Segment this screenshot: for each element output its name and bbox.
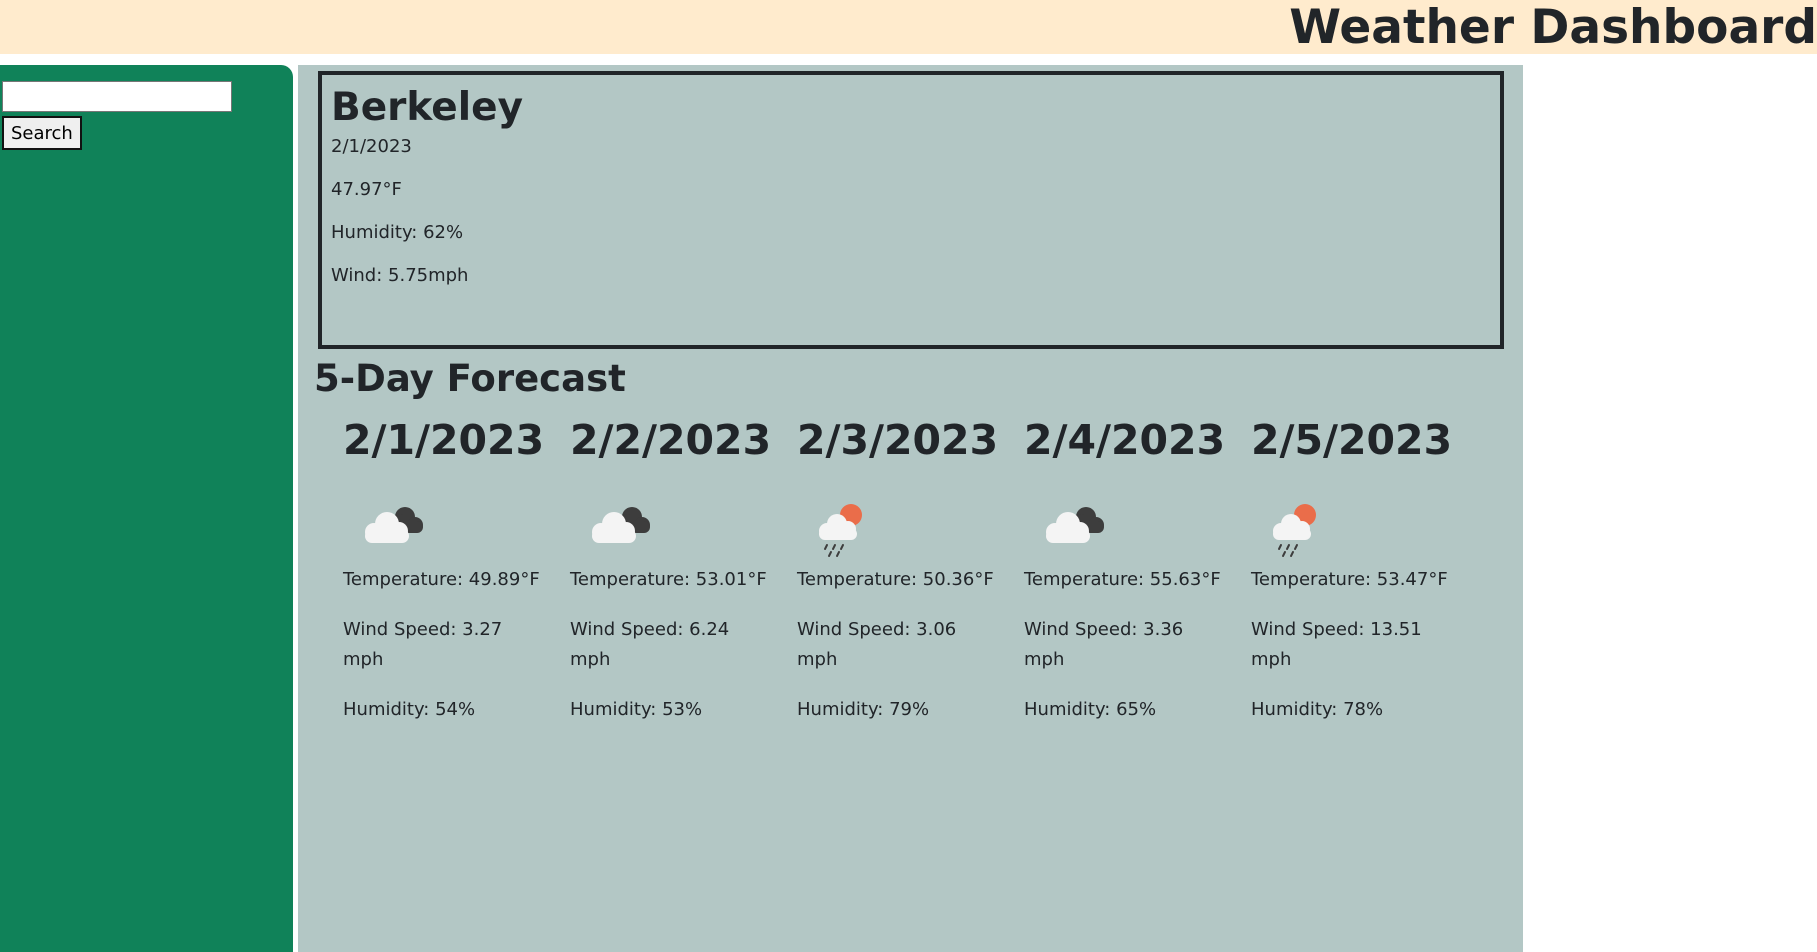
forecast-date: 2/1/2023: [343, 416, 545, 464]
forecast-humidity: Humidity: 78%: [1251, 699, 1384, 720]
rain-sun-icon: [807, 491, 887, 561]
page-header: Weather Dashboard: [0, 0, 1817, 55]
current-weather-card: Berkeley 2/1/2023 47.97°F Humidity: 62% …: [318, 71, 1504, 349]
forecast-humidity: Humidity: 53%: [570, 699, 703, 720]
current-humidity: Humidity: 62%: [331, 222, 464, 243]
forecast-temperature: Temperature: 49.89°F: [343, 569, 540, 590]
search-input[interactable]: [2, 81, 232, 112]
current-temperature: 47.97°F: [331, 179, 402, 200]
forecast-temperature: Temperature: 53.01°F: [570, 569, 767, 590]
city-name: Berkeley: [331, 85, 523, 130]
forecast-wind: Wind Speed: 6.24 mph: [570, 619, 730, 670]
current-wind: Wind: 5.75mph: [331, 265, 469, 286]
forecast-humidity: Humidity: 65%: [1024, 699, 1157, 720]
forecast-wind: Wind Speed: 3.06 mph: [797, 619, 957, 670]
forecast-wind: Wind Speed: 3.36 mph: [1024, 619, 1184, 670]
forecast-date: 2/4/2023: [1024, 416, 1226, 464]
forecast-wind: Wind Speed: 13.51 mph: [1251, 619, 1422, 670]
forecast-date: 2/2/2023: [570, 416, 772, 464]
page-title: Weather Dashboard: [1289, 0, 1817, 55]
forecast-temperature: Temperature: 53.47°F: [1251, 569, 1448, 590]
main-content: Berkeley 2/1/2023 47.97°F Humidity: 62% …: [298, 65, 1523, 952]
forecast-title: 5-Day Forecast: [314, 357, 626, 400]
sidebar: Search: [0, 65, 293, 952]
forecast-humidity: Humidity: 54%: [343, 699, 476, 720]
cloudy-icon: [1034, 491, 1114, 561]
forecast-temperature: Temperature: 55.63°F: [1024, 569, 1221, 590]
forecast-date: 2/3/2023: [797, 416, 999, 464]
forecast-wind: Wind Speed: 3.27 mph: [343, 619, 503, 670]
search-button[interactable]: Search: [2, 116, 82, 150]
current-date: 2/1/2023: [331, 136, 412, 157]
forecast-humidity: Humidity: 79%: [797, 699, 930, 720]
cloudy-icon: [580, 491, 660, 561]
forecast-temperature: Temperature: 50.36°F: [797, 569, 994, 590]
forecast-date: 2/5/2023: [1251, 416, 1453, 464]
cloudy-icon: [353, 491, 433, 561]
rain-sun-icon: [1261, 491, 1341, 561]
